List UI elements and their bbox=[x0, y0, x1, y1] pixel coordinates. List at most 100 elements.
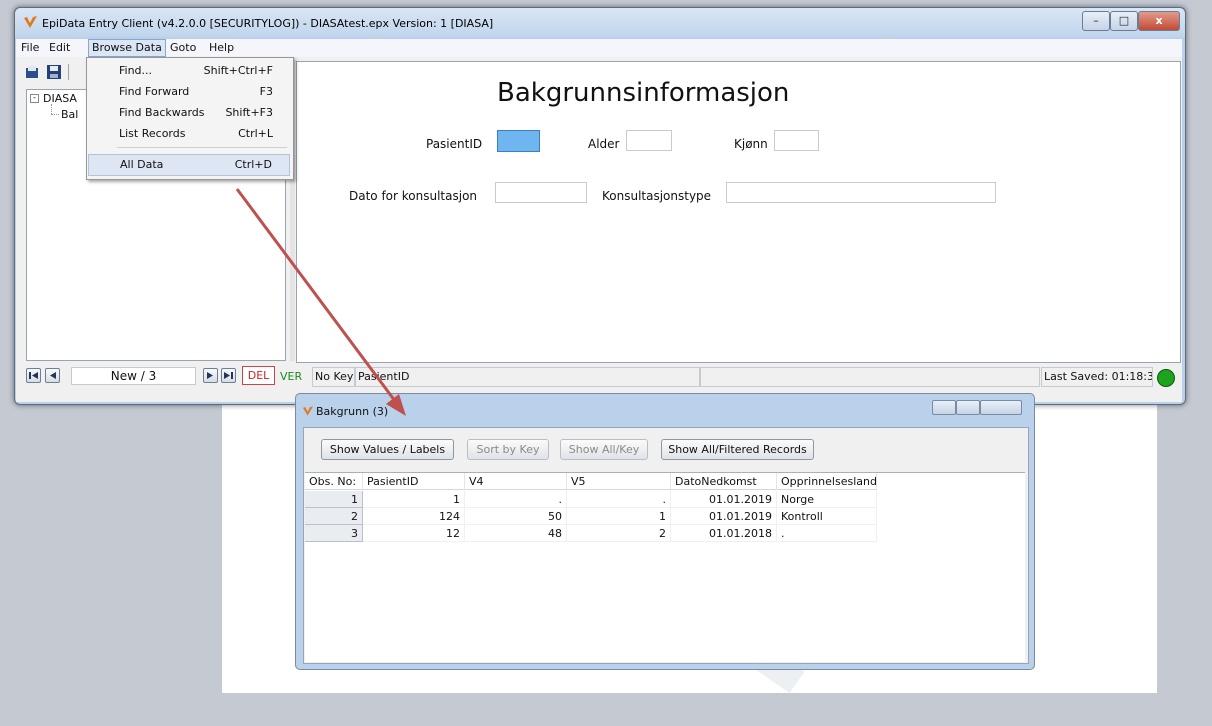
last-record-button[interactable] bbox=[221, 368, 236, 383]
prev-record-button[interactable] bbox=[45, 368, 60, 383]
table-cell[interactable]: 01.01.2019 bbox=[671, 508, 777, 525]
browse-data-menu: Find... Shift+Ctrl+F Find Forward F3 Find … bbox=[86, 57, 294, 180]
menu-goto[interactable]: Goto bbox=[167, 40, 199, 56]
next-record-button[interactable] bbox=[203, 368, 218, 383]
column-header[interactable]: V5 bbox=[567, 473, 671, 490]
table-cell[interactable]: . bbox=[567, 491, 671, 508]
form-title: Bakgrunnsinformasjon bbox=[497, 78, 790, 108]
menu-item-find[interactable]: Find... Shift+Ctrl+F bbox=[87, 61, 291, 81]
menu-item-shortcut: Ctrl+D bbox=[234, 158, 272, 171]
show-values-labels-button[interactable]: Show Values / Labels bbox=[321, 439, 454, 460]
prev-record-icon bbox=[50, 372, 56, 379]
dato-input[interactable] bbox=[495, 182, 587, 203]
menu-browse-data[interactable]: Browse Data bbox=[88, 39, 166, 57]
menu-item-shortcut: F3 bbox=[259, 85, 273, 98]
verify-label: VER bbox=[280, 370, 303, 383]
row-number[interactable]: 3 bbox=[305, 525, 363, 542]
menu-help[interactable]: Help bbox=[206, 40, 237, 56]
table-cell[interactable]: 2 bbox=[567, 525, 671, 542]
table-cell[interactable]: Kontroll bbox=[777, 508, 877, 525]
maximize-button[interactable]: □ bbox=[1110, 11, 1138, 31]
tree-collapse-icon[interactable]: - bbox=[30, 94, 39, 103]
browse-window-body: Show Values / Labels Sort by Key Show Al… bbox=[303, 427, 1029, 664]
menu-bar: File Edit Browse Data Goto Help bbox=[16, 39, 1182, 57]
konsultasjonstype-label: Konsultasjonstype bbox=[602, 189, 712, 203]
tree-line-h bbox=[51, 114, 59, 116]
menu-item-list-records[interactable]: List Records Ctrl+L bbox=[87, 124, 291, 144]
row-number[interactable]: 2 bbox=[305, 508, 363, 525]
browse-window-title: Bakgrunn (3) bbox=[316, 405, 389, 418]
first-record-icon bbox=[29, 372, 38, 379]
child-maximize-button[interactable] bbox=[956, 400, 980, 415]
menu-edit[interactable]: Edit bbox=[46, 40, 73, 56]
pasientid-input[interactable] bbox=[497, 130, 540, 152]
alder-label: Alder bbox=[588, 137, 620, 151]
next-record-icon bbox=[207, 372, 213, 379]
table-cell[interactable]: 1 bbox=[567, 508, 671, 525]
table-cell[interactable]: 48 bbox=[465, 525, 567, 542]
dato-label: Dato for konsultasjon bbox=[349, 189, 478, 203]
column-header[interactable]: Obs. No: bbox=[305, 473, 363, 490]
tree-child-node[interactable]: Bal bbox=[61, 108, 78, 121]
status-middle-panel bbox=[700, 367, 1040, 387]
save-icon[interactable] bbox=[46, 64, 62, 80]
title-bar[interactable]: EpiData Entry Client (v4.2.0.0 [SECURITY… bbox=[15, 8, 1185, 37]
column-header[interactable]: Opprinnelsesland bbox=[777, 473, 877, 490]
data-grid[interactable]: Obs. No: PasientID V4 V5 DatoNedkomst Op… bbox=[305, 472, 1025, 662]
window-title: EpiData Entry Client (v4.2.0.0 [SECURITY… bbox=[42, 17, 494, 30]
table-cell[interactable]: . bbox=[465, 491, 567, 508]
table-cell[interactable]: 124 bbox=[363, 508, 465, 525]
menu-item-find-forward[interactable]: Find Forward F3 bbox=[87, 82, 291, 102]
menu-item-shortcut: Ctrl+L bbox=[238, 127, 273, 140]
delete-record-button[interactable]: DEL bbox=[242, 366, 275, 385]
child-minimize-button[interactable] bbox=[932, 400, 956, 415]
tree-line bbox=[51, 104, 53, 114]
minimize-button[interactable]: – bbox=[1082, 11, 1110, 31]
first-record-button[interactable] bbox=[26, 368, 41, 383]
column-header[interactable]: V4 bbox=[465, 473, 567, 490]
status-indicator-icon bbox=[1157, 369, 1175, 387]
row-number[interactable]: 1 bbox=[305, 491, 363, 508]
last-saved-status: Last Saved: 01:18:35 bbox=[1041, 367, 1153, 387]
menu-item-label: Find... bbox=[119, 64, 153, 77]
kjonn-input[interactable] bbox=[774, 130, 819, 151]
sort-by-key-button[interactable]: Sort by Key bbox=[467, 439, 549, 460]
browse-data-window: Bakgrunn (3) Show Values / Labels Sort b… bbox=[295, 393, 1035, 670]
show-all-filtered-button[interactable]: Show All/Filtered Records bbox=[661, 439, 814, 460]
column-header[interactable]: PasientID bbox=[363, 473, 465, 490]
menu-item-shortcut: Shift+F3 bbox=[225, 106, 273, 119]
pasientid-label: PasientID bbox=[426, 137, 483, 151]
konsultasjonstype-input[interactable] bbox=[726, 182, 996, 203]
table-cell[interactable]: . bbox=[777, 525, 877, 542]
menu-item-label: Find Backwards bbox=[119, 106, 205, 119]
table-cell[interactable]: Norge bbox=[777, 491, 877, 508]
table-cell[interactable]: 50 bbox=[465, 508, 567, 525]
menu-file[interactable]: File bbox=[18, 40, 42, 56]
show-all-key-button[interactable]: Show All/Key bbox=[560, 439, 648, 460]
status-bar: New / 3 DEL VER No Key PasientID Last Sa… bbox=[16, 363, 1182, 391]
close-button[interactable]: x bbox=[1138, 11, 1180, 31]
menu-item-label: All Data bbox=[120, 158, 164, 171]
table-cell[interactable]: 1 bbox=[363, 491, 465, 508]
column-header[interactable]: DatoNedkomst bbox=[671, 473, 777, 490]
data-entry-form: Bakgrunnsinformasjon PasientID Alder Kjø… bbox=[296, 61, 1181, 363]
menu-item-find-backwards[interactable]: Find Backwards Shift+F3 bbox=[87, 103, 291, 123]
last-record-icon bbox=[224, 372, 233, 379]
table-cell[interactable]: 01.01.2018 bbox=[671, 525, 777, 542]
menu-item-label: List Records bbox=[119, 127, 186, 140]
kjonn-label: Kjønn bbox=[734, 137, 768, 151]
table-cell[interactable]: 01.01.2019 bbox=[671, 491, 777, 508]
child-close-button[interactable] bbox=[980, 400, 1022, 415]
current-field-status: PasientID bbox=[355, 367, 700, 387]
menu-item-shortcut: Shift+Ctrl+F bbox=[203, 64, 273, 77]
menu-item-label: Find Forward bbox=[119, 85, 190, 98]
alder-input[interactable] bbox=[626, 130, 672, 151]
key-status: No Key bbox=[312, 367, 355, 387]
record-counter[interactable]: New / 3 bbox=[71, 367, 196, 385]
tree-root-node[interactable]: DIASA bbox=[43, 92, 77, 105]
table-cell[interactable]: 12 bbox=[363, 525, 465, 542]
open-icon[interactable] bbox=[24, 64, 40, 80]
epidata-app-icon bbox=[303, 406, 313, 416]
menu-separator bbox=[117, 147, 287, 148]
menu-item-all-data[interactable]: All Data Ctrl+D bbox=[88, 154, 290, 176]
